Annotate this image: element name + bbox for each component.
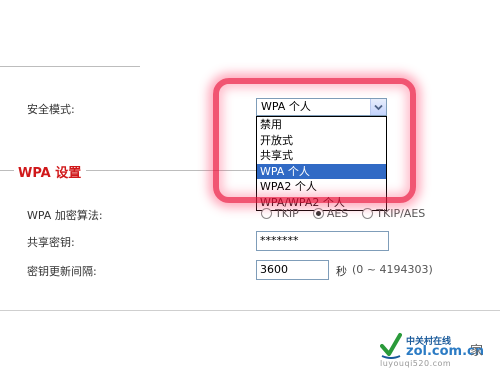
option-wpa2-personal[interactable]: WPA2 个人	[257, 179, 386, 195]
security-mode-label: 安全模式:	[27, 103, 75, 116]
chevron-down-icon[interactable]	[370, 99, 386, 115]
shared-key-label: 共享密钥:	[27, 236, 75, 249]
section-divider-left	[0, 170, 14, 171]
encryption-label: WPA 加密算法:	[27, 209, 103, 222]
option-open[interactable]: 开放式	[257, 133, 386, 149]
radio-aes[interactable]	[312, 208, 324, 219]
option-shared[interactable]: 共享式	[257, 148, 386, 164]
shared-key-input[interactable]: *******	[256, 231, 389, 251]
security-mode-dropdown[interactable]: 禁用 开放式 共享式 WPA 个人 WPA2 个人 WPA/WPA2 个人	[256, 116, 387, 211]
bottom-divider	[0, 310, 500, 311]
watermark: 中关村在线 zol.com.cn 家 luyouqi520.com	[380, 330, 500, 375]
watermark-url: luyouqi520.com	[380, 359, 452, 368]
rekey-interval-label: 密钥更新间隔:	[27, 265, 97, 278]
rekey-interval-input[interactable]: 3600	[256, 260, 329, 280]
security-mode-select[interactable]: WPA 个人	[256, 98, 387, 116]
rekey-interval-unit: 秒	[336, 265, 347, 278]
wpa-settings-title: WPA 设置	[16, 162, 84, 181]
zol-logo-icon	[380, 333, 402, 359]
option-wpa-personal[interactable]: WPA 个人	[257, 163, 386, 179]
radio-tkip-aes[interactable]	[362, 208, 374, 219]
security-mode-selected-value: WPA 个人	[261, 100, 311, 113]
watermark-suffix: 家	[470, 344, 484, 359]
option-disabled[interactable]: 禁用	[257, 117, 386, 133]
top-divider	[0, 66, 140, 67]
rekey-interval-range: (0 ~ 4194303)	[352, 263, 433, 276]
encryption-radio-group: TKIP AES TKIP/AES	[261, 207, 425, 220]
section-divider-right	[86, 170, 256, 171]
radio-tkip-aes-label: TKIP/AES	[376, 207, 426, 220]
radio-tkip-label: TKIP	[275, 207, 299, 220]
radio-tkip[interactable]	[261, 208, 272, 219]
radio-aes-label: AES	[326, 207, 349, 220]
